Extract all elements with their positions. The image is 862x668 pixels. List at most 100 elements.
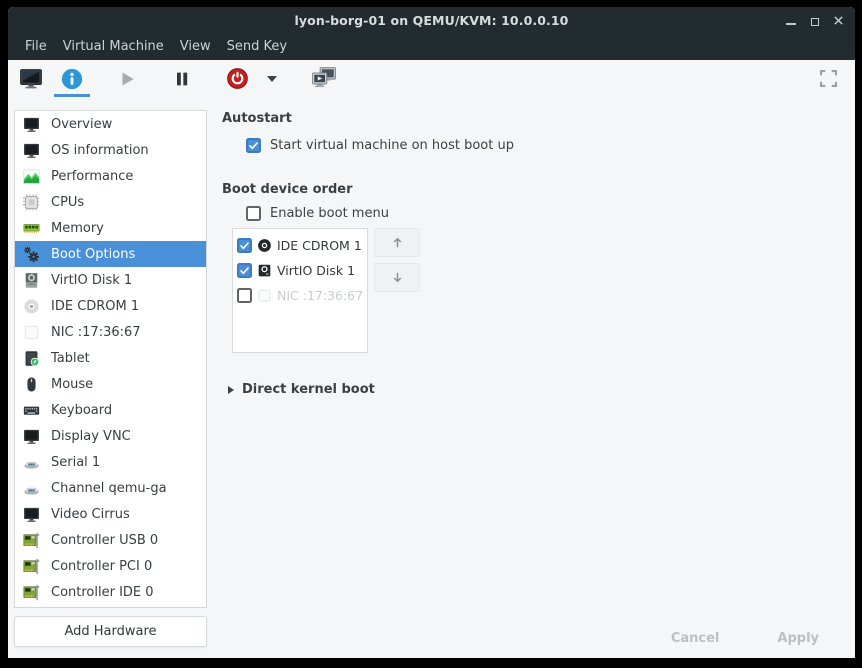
menu-send-key[interactable]: Send Key <box>219 33 295 60</box>
mouse-icon <box>23 376 40 393</box>
vm-details-window: lyon-borg-01 on QEMU/KVM: 10.0.0.10 File… <box>8 7 855 658</box>
sidebar-item-label: IDE CDROM 1 <box>51 299 139 314</box>
enable-boot-menu-checkbox[interactable] <box>246 206 261 221</box>
sidebar-item-controller-usb-0[interactable]: Controller USB 0 <box>15 527 206 553</box>
boot-device-checkbox[interactable] <box>237 288 252 303</box>
sidebar-item-controller-ide-0[interactable]: Controller IDE 0 <box>15 579 206 605</box>
close-button[interactable] <box>833 15 844 26</box>
sidebar-item-label: Controller PCI 0 <box>51 559 152 574</box>
boot-device-ide-cdrom-1[interactable]: IDE CDROM 1 <box>237 233 367 258</box>
sidebar-item-nic-17-36-67[interactable]: NIC :17:36:67 <box>15 319 206 345</box>
arrow-up-icon <box>390 235 405 250</box>
sidebar-item-memory[interactable]: Memory <box>15 215 206 241</box>
menu-file[interactable]: File <box>17 33 55 60</box>
shutdown-menu-caret-icon[interactable] <box>265 66 279 92</box>
sidebar-item-label: CPUs <box>51 195 84 210</box>
sidebar-item-boot-options[interactable]: Boot Options <box>15 241 206 267</box>
window-controls <box>785 7 844 33</box>
vm-display-icon[interactable] <box>311 66 337 92</box>
maximize-button[interactable] <box>809 15 820 26</box>
minimize-button[interactable] <box>785 15 796 26</box>
hardware-details-info-icon[interactable] <box>59 66 85 92</box>
sidebar-item-channel-qemu-ga[interactable]: Channel qemu-ga <box>15 475 206 501</box>
direct-kernel-boot-expander[interactable]: Direct kernel boot <box>228 382 839 397</box>
serial-icon <box>23 480 40 497</box>
fullscreen-icon[interactable] <box>818 69 838 89</box>
sidebar-item-serial-1[interactable]: Serial 1 <box>15 449 206 475</box>
sidebar-item-overview[interactable]: Overview <box>15 111 206 137</box>
sidebar-item-controller-pci-0[interactable]: Controller PCI 0 <box>15 553 206 579</box>
cpu-icon <box>23 194 40 211</box>
boot-device-label: NIC :17:36:67 <box>277 288 363 303</box>
monitor-icon <box>23 428 40 445</box>
menu-virtual-machine[interactable]: Virtual Machine <box>55 33 172 60</box>
apply-button[interactable]: Apply <box>777 631 819 646</box>
sidebar-item-display-vnc[interactable]: Display VNC <box>15 423 206 449</box>
sidebar-item-performance[interactable]: Performance <box>15 163 206 189</box>
shutdown-icon[interactable] <box>224 66 250 92</box>
console-monitor-icon[interactable] <box>18 66 44 92</box>
sidebar-item-label: Keyboard <box>51 403 112 418</box>
pause-icon[interactable] <box>169 66 195 92</box>
toolbar <box>8 60 855 97</box>
sidebar-item-label: Overview <box>51 117 112 132</box>
check-icon <box>239 265 250 276</box>
boot-device-label: IDE CDROM 1 <box>277 238 362 253</box>
window-title: lyon-borg-01 on QEMU/KVM: 10.0.0.10 <box>295 13 569 28</box>
tablet-icon <box>23 350 40 367</box>
run-icon[interactable] <box>114 66 140 92</box>
autostart-checkbox-row[interactable]: Start virtual machine on host boot up <box>246 136 839 154</box>
sidebar-item-os-information[interactable]: OS information <box>15 137 206 163</box>
expander-arrow-icon <box>228 386 234 394</box>
menubar: FileVirtual MachineViewSend Key <box>8 33 855 60</box>
boot-device-virtio-disk-1[interactable]: VirtIO Disk 1 <box>237 258 367 283</box>
boot-options-panel: Autostart Start virtual machine on host … <box>222 111 839 397</box>
sidebar-item-cpus[interactable]: CPUs <box>15 189 206 215</box>
nic-icon <box>257 288 272 303</box>
check-icon <box>239 240 250 251</box>
sidebar-item-label: Controller IDE 0 <box>51 585 154 600</box>
check-icon <box>248 140 259 151</box>
sidebar-item-ide-cdrom-1[interactable]: IDE CDROM 1 <box>15 293 206 319</box>
autostart-checkbox-label: Start virtual machine on host boot up <box>270 138 514 153</box>
controller-icon <box>23 532 40 549</box>
monitor-icon <box>23 506 40 523</box>
sidebar-item-tablet[interactable]: Tablet <box>15 345 206 371</box>
sidebar-item-keyboard[interactable]: Keyboard <box>15 397 206 423</box>
sidebar-item-video-cirrus[interactable]: Video Cirrus <box>15 501 206 527</box>
sidebar-item-label: Serial 1 <box>51 455 100 470</box>
sidebar-item-label: Boot Options <box>51 247 135 262</box>
cdrom-dark-icon <box>257 238 272 253</box>
move-up-button[interactable] <box>374 228 420 257</box>
enable-boot-menu-label: Enable boot menu <box>270 206 389 221</box>
monitor-icon <box>23 116 40 133</box>
move-down-button[interactable] <box>374 263 420 292</box>
boot-device-checkbox[interactable] <box>237 238 252 253</box>
autostart-checkbox[interactable] <box>246 138 261 153</box>
arrow-down-icon <box>390 270 405 285</box>
boot-device-nic-17-36-67[interactable]: NIC :17:36:67 <box>237 283 367 308</box>
add-hardware-button[interactable]: Add Hardware <box>14 616 207 647</box>
sidebar-item-label: NIC :17:36:67 <box>51 325 141 340</box>
nic-icon <box>23 324 40 341</box>
enable-boot-menu-row[interactable]: Enable boot menu <box>246 204 839 222</box>
sidebar-item-label: VirtIO Disk 1 <box>51 273 132 288</box>
sidebar-item-label: Memory <box>51 221 104 236</box>
autostart-heading: Autostart <box>222 111 839 127</box>
boot-device-order-heading: Boot device order <box>222 182 839 198</box>
sidebar-item-label: Channel qemu-ga <box>51 481 167 496</box>
cancel-button[interactable]: Cancel <box>671 631 720 646</box>
memory-icon <box>23 220 40 237</box>
sidebar-item-label: Mouse <box>51 377 93 392</box>
menu-view[interactable]: View <box>172 33 219 60</box>
sidebar-item-virtio-disk-1[interactable]: VirtIO Disk 1 <box>15 267 206 293</box>
screen: { "window": { "title": "lyon-borg-01 on … <box>0 0 862 668</box>
boot-device-checkbox[interactable] <box>237 263 252 278</box>
disk-icon <box>23 272 40 289</box>
boot-device-list: IDE CDROM 1 VirtIO Disk 1 NIC :17:36:67 <box>232 228 368 353</box>
sidebar-item-partial-19[interactable] <box>15 605 206 608</box>
serial-icon <box>23 454 40 471</box>
sidebar-item-mouse[interactable]: Mouse <box>15 371 206 397</box>
monitor-icon <box>23 142 40 159</box>
add-hardware-label: Add Hardware <box>64 624 156 639</box>
